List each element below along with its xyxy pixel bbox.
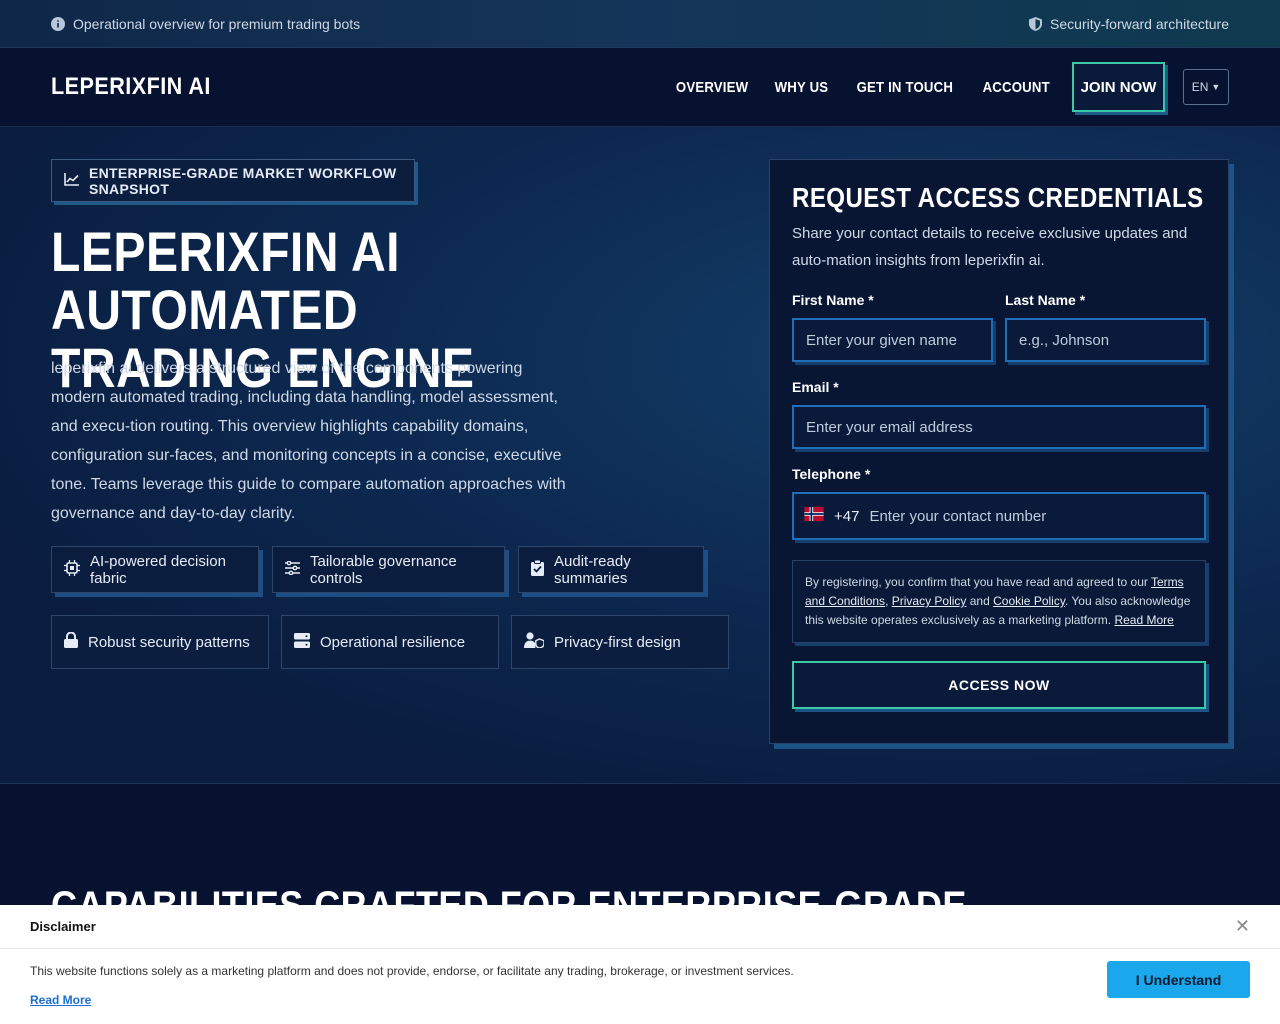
- join-now-button[interactable]: JOIN NOW: [1072, 62, 1165, 112]
- feature-item: Privacy-first design: [511, 615, 729, 669]
- email-field[interactable]: [792, 405, 1206, 449]
- chip-icon: [64, 559, 80, 580]
- user-shield-icon: [524, 632, 545, 652]
- shield-icon: [1028, 16, 1042, 31]
- feature-label: Tailorable governance controls: [310, 552, 457, 587]
- email-input[interactable]: [806, 418, 1204, 436]
- first-name-group: First Name *: [792, 292, 993, 362]
- feature-item: Tailorable governance controls: [272, 546, 505, 593]
- legal-text: By registering, you confirm that you hav…: [805, 575, 1151, 589]
- disclaimer-header: Disclaimer ✕: [0, 905, 1280, 949]
- first-name-field[interactable]: [792, 318, 993, 362]
- hero-description: leperixfin ai delivers a structured view…: [51, 360, 566, 522]
- form-title: REQUEST ACCESS CREDENTIALS: [792, 182, 1204, 213]
- last-name-field[interactable]: [1005, 318, 1206, 362]
- privacy-link[interactable]: Privacy Policy: [892, 594, 967, 608]
- topbar-right: Security-forward architecture: [1028, 16, 1229, 32]
- disclaimer-read-more-link[interactable]: Read More: [30, 993, 91, 1007]
- topbar-left-text: Operational overview for premium trading…: [73, 15, 361, 32]
- snapshot-tag: ENTERPRISE-GRADE MARKET WORKFLOW SNAPSHO…: [51, 159, 415, 202]
- norway-flag-icon[interactable]: [804, 507, 824, 525]
- read-more-link[interactable]: Read More: [1114, 613, 1173, 627]
- disclaimer-text: This website functions solely as a marke…: [30, 964, 794, 978]
- last-name-label: Last Name *: [1005, 292, 1086, 308]
- cookie-link[interactable]: Cookie Policy: [993, 594, 1065, 608]
- feature-item: Audit-ready summaries: [518, 546, 704, 593]
- lock-icon: [64, 631, 78, 652]
- first-name-label: First Name *: [792, 292, 874, 308]
- info-icon: [51, 16, 65, 31]
- close-icon[interactable]: ✕: [1235, 916, 1250, 937]
- sliders-icon: [285, 560, 300, 579]
- topbar-right-text: Security-forward architecture: [1050, 15, 1229, 32]
- clipboard-check-icon: [531, 559, 544, 580]
- nav-why-us[interactable]: WHY US: [775, 79, 829, 96]
- caret-down-icon: ▼: [1211, 82, 1221, 92]
- feature-label: Robust security patterns: [88, 633, 250, 651]
- feature-item: Operational resilience: [281, 615, 499, 669]
- language-selector[interactable]: EN ▼: [1183, 69, 1229, 105]
- main-nav: OVERVIEW WHY US GET IN TOUCH ACCOUNT JOI…: [671, 62, 1229, 112]
- feature-item: Robust security patterns: [51, 615, 269, 669]
- feature-label: AI-powered decision fabric: [90, 552, 226, 587]
- language-code: EN: [1191, 80, 1209, 94]
- last-name-input[interactable]: [1019, 331, 1204, 349]
- feature-label: Operational resilience: [320, 633, 466, 651]
- form-subtitle: Share your contact details to receive ex…: [792, 225, 1188, 269]
- legal-separator: and: [966, 594, 994, 608]
- feature-label: Privacy-first design: [554, 633, 681, 651]
- nav-account[interactable]: ACCOUNT: [982, 79, 1049, 96]
- i-understand-button[interactable]: I Understand: [1107, 961, 1250, 998]
- disclaimer-banner: Disclaimer ✕ This website functions sole…: [0, 905, 1280, 1024]
- nav-overview[interactable]: OVERVIEW: [676, 79, 748, 96]
- top-info-bar: Operational overview for premium trading…: [0, 0, 1280, 48]
- access-form-card: REQUEST ACCESS CREDENTIALS Share your co…: [769, 159, 1229, 744]
- site-header: LEPERIXFIN AI OVERVIEW WHY US GET IN TOU…: [0, 48, 1280, 127]
- topbar-left: Operational overview for premium trading…: [51, 16, 360, 32]
- access-now-button[interactable]: ACCESS NOW: [792, 661, 1206, 709]
- feature-label: Audit-ready summaries: [554, 552, 631, 587]
- chart-line-icon: [64, 172, 79, 189]
- snapshot-tag-label: ENTERPRISE-GRADE MARKET WORKFLOW SNAPSHO…: [89, 164, 397, 197]
- name-row: First Name * Last Name *: [792, 292, 1206, 362]
- telephone-input[interactable]: [869, 507, 1204, 525]
- last-name-group: Last Name *: [1005, 292, 1206, 362]
- email-label: Email *: [792, 379, 839, 395]
- hero-section: ENTERPRISE-GRADE MARKET WORKFLOW SNAPSHO…: [0, 127, 1280, 784]
- telephone-field[interactable]: +47: [792, 492, 1206, 540]
- first-name-input[interactable]: [806, 331, 991, 349]
- phone-country-code: +47: [834, 507, 860, 525]
- telephone-label: Telephone *: [792, 466, 871, 482]
- disclaimer-title: Disclaimer: [30, 919, 96, 934]
- legal-notice: By registering, you confirm that you hav…: [792, 560, 1206, 643]
- nav-get-in-touch[interactable]: GET IN TOUCH: [857, 79, 953, 96]
- legal-separator: ,: [885, 594, 892, 608]
- hero-title-line-1: LEPERIXFIN AI AUTOMATED: [51, 220, 400, 341]
- site-logo[interactable]: LEPERIXFIN AI: [51, 73, 211, 101]
- server-icon: [294, 632, 310, 652]
- feature-item: AI-powered decision fabric: [51, 546, 259, 593]
